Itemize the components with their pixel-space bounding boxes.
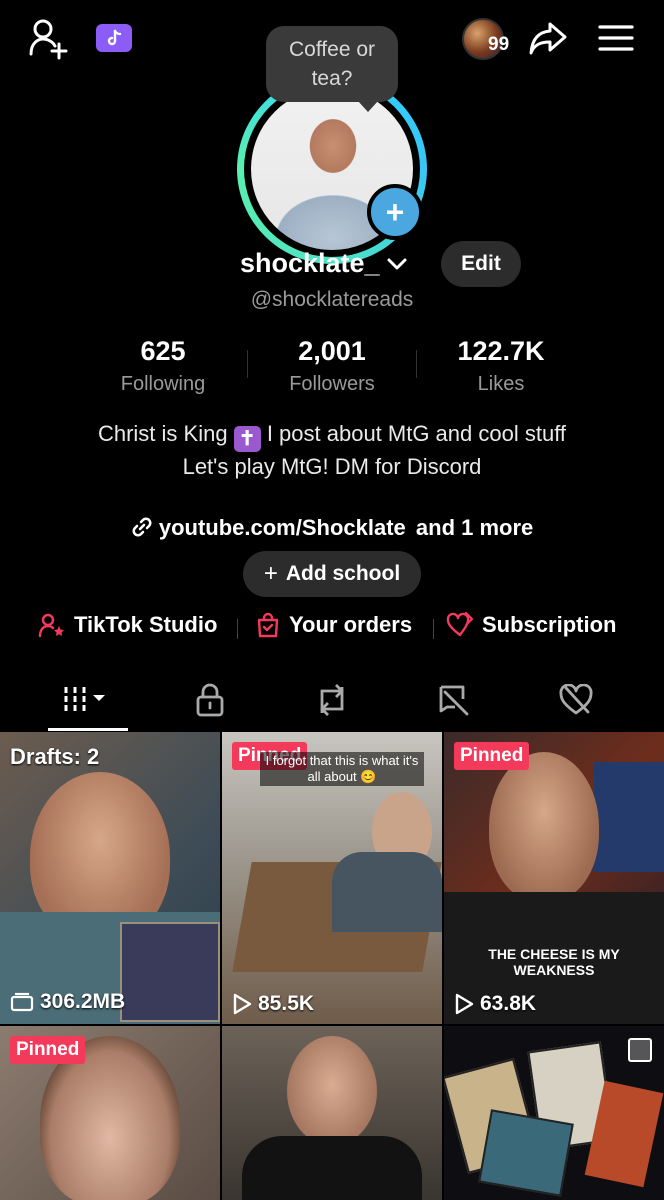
video-caption-overlay: I forgot that this is what it's all abou… <box>260 752 424 786</box>
play-icon <box>233 993 252 1015</box>
tool-label: Your orders <box>289 612 413 637</box>
person-star-icon <box>38 613 64 638</box>
view-count: 63.8K <box>454 992 536 1016</box>
tool-divider <box>237 619 238 639</box>
bag-icon <box>257 612 279 638</box>
active-tab-indicator <box>48 728 128 731</box>
repost-icon <box>320 684 344 716</box>
view-count-value: 63.8K <box>480 992 537 1015</box>
stat-likes[interactable]: 122.7K Likes <box>416 336 586 396</box>
menu-button[interactable] <box>598 24 634 52</box>
stat-label: Following <box>120 373 206 395</box>
pinned-badge: Pinned <box>10 1036 86 1064</box>
tab-reposts[interactable] <box>292 680 372 720</box>
stat-label: Followers <box>289 373 375 395</box>
hearts-icon <box>446 612 474 637</box>
stat-following[interactable]: 625 Following <box>78 336 248 396</box>
tagged-icon <box>439 685 469 716</box>
edit-profile-button[interactable]: Edit <box>441 241 521 287</box>
username: shocklate_ <box>240 248 380 278</box>
share-button[interactable] <box>528 20 568 56</box>
stat-followers[interactable]: 2,001 Followers <box>247 336 417 396</box>
stat-value: 122.7K <box>457 336 545 366</box>
question-tooltip[interactable]: Coffee or tea? <box>266 26 398 112</box>
lock-icon <box>196 683 224 717</box>
tab-private[interactable] <box>170 680 250 720</box>
add-school-button[interactable]: + Add school <box>243 551 421 597</box>
tooltip-text: Coffee or tea? <box>289 38 375 90</box>
tool-label: TikTok Studio <box>74 612 218 637</box>
multi-image-icon <box>628 1038 652 1062</box>
tool-divider <box>433 619 434 639</box>
chevron-down-icon <box>387 258 407 269</box>
add-story-button[interactable]: + <box>367 184 423 240</box>
stat-value: 2,001 <box>298 336 366 366</box>
tiktok-note-icon <box>107 29 122 46</box>
bio-text: Christ is King <box>97 421 228 446</box>
username-switcher[interactable]: shocklate_ <box>240 248 408 279</box>
videos-grid-icon <box>64 687 105 713</box>
your-orders-link[interactable]: Your orders <box>255 612 412 638</box>
play-icon <box>455 993 474 1015</box>
cross-emoji-icon: ✝ <box>233 426 261 452</box>
stat-label: Likes <box>477 373 525 395</box>
tiktok-ticket-button[interactable] <box>96 24 132 52</box>
tab-liked[interactable] <box>536 680 616 720</box>
drafts-size-value: 306.2MB <box>40 990 126 1013</box>
add-school-label: Add school <box>285 562 401 585</box>
hamburger-menu-icon <box>598 25 634 51</box>
link-icon <box>132 517 152 537</box>
share-arrow-icon <box>529 22 567 55</box>
drafts-size: 306.2MB <box>10 990 125 1014</box>
view-count-value: 85.5K <box>258 992 315 1015</box>
plus-icon: + <box>263 560 278 587</box>
tab-videos[interactable] <box>48 680 128 720</box>
add-friend-button[interactable] <box>28 18 70 60</box>
liked-icon <box>559 684 593 715</box>
video-thumbnail-pinned-2[interactable]: THE CHEESE IS MY WEAKNESS <box>444 732 664 1024</box>
profile-link[interactable]: youtube.com/Shocklate and 1 more <box>0 515 664 541</box>
video-thumbnail-drafts[interactable] <box>0 732 220 1024</box>
tiktok-studio-link[interactable]: TikTok Studio <box>38 612 217 638</box>
drafts-count: Drafts: 2 <box>10 744 100 769</box>
subscription-link[interactable]: Subscription <box>446 612 616 638</box>
link-url: youtube.com/Shocklate <box>158 515 406 540</box>
link-more: and 1 more <box>415 515 534 540</box>
add-person-icon <box>29 19 68 60</box>
plus-icon: + <box>385 194 405 230</box>
profile-handle: @shocklatereads <box>250 288 414 311</box>
pinned-badge: Pinned <box>454 742 530 770</box>
tool-label: Subscription <box>482 612 617 637</box>
video-thumbnail-4[interactable] <box>222 1026 442 1200</box>
notification-count: 99 <box>488 34 510 55</box>
profile-bio: Christ is King ✝ I post about MtG and co… <box>60 419 604 481</box>
shirt-text: THE CHEESE IS MY WEAKNESS <box>488 946 620 978</box>
bio-text: I post about MtG and cool stuff <box>266 421 567 446</box>
bio-text: Let's play MtG! DM for Discord <box>182 454 482 479</box>
stat-value: 625 <box>140 336 186 366</box>
view-count: 85.5K <box>232 992 314 1016</box>
folder-icon <box>10 992 34 1012</box>
tab-tagged[interactable] <box>414 680 494 720</box>
